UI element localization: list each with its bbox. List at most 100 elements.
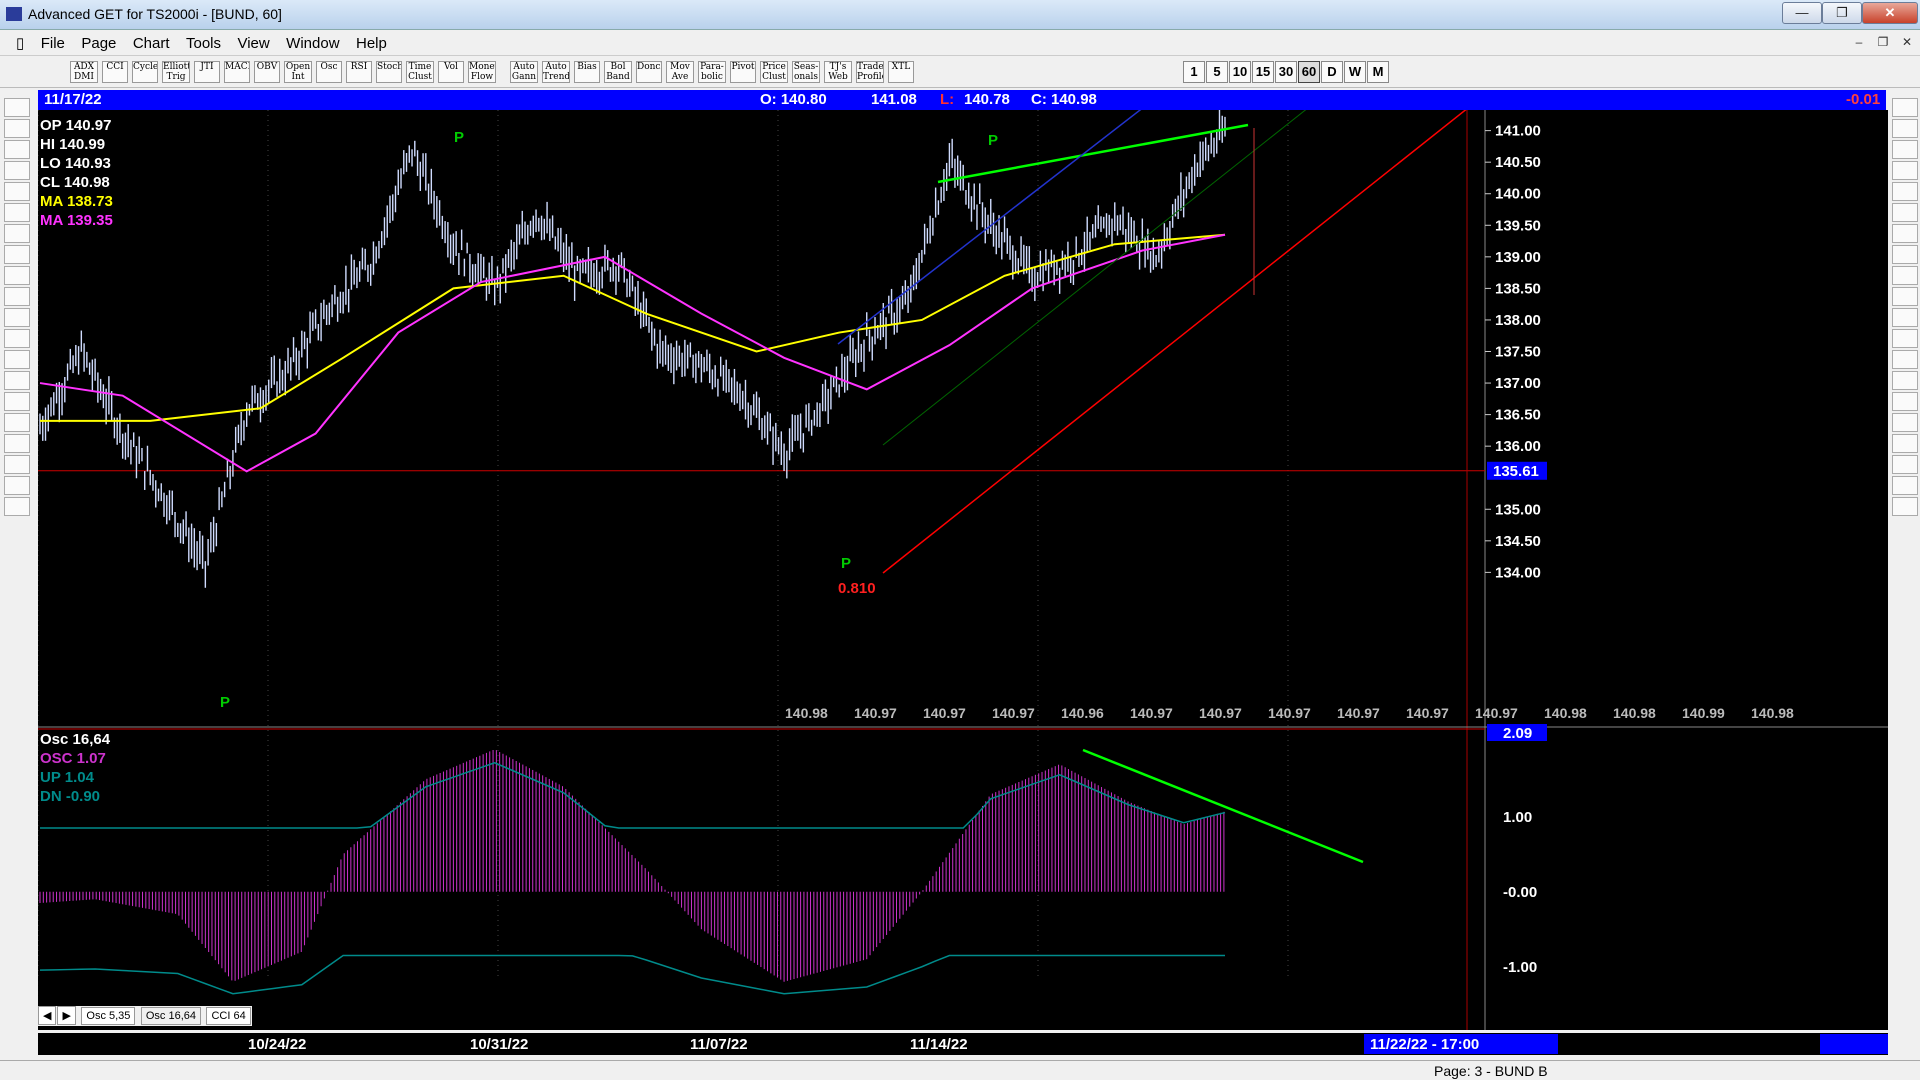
interval-M[interactable]: M: [1367, 61, 1389, 83]
mdi-restore-icon[interactable]: ❐: [1872, 33, 1894, 51]
interval-5[interactable]: 5: [1206, 61, 1228, 83]
lefttools-tool-16[interactable]: [4, 434, 30, 453]
interval-W[interactable]: W: [1344, 61, 1366, 83]
lefttools-tool-9[interactable]: [4, 287, 30, 306]
menu-chart[interactable]: Chart: [127, 31, 176, 52]
study-button-8[interactable]: Osc: [316, 61, 342, 83]
interval-D[interactable]: D: [1321, 61, 1343, 83]
lefttools-tool-7[interactable]: [4, 245, 30, 264]
lefttools-tool-1[interactable]: [4, 119, 30, 138]
menu-tools[interactable]: Tools: [180, 31, 227, 52]
study-button-15[interactable]: Auto Trend: [542, 61, 570, 83]
study-button-16[interactable]: Bias: [574, 61, 600, 83]
study-button-1[interactable]: CCI: [102, 61, 128, 83]
study-button-10[interactable]: Stoch: [376, 61, 402, 83]
study-button-7[interactable]: Open Int: [284, 61, 312, 83]
lefttools-tool-0[interactable]: [4, 98, 30, 117]
lefttools-tool-11[interactable]: [4, 329, 30, 348]
tool-icon-3[interactable]: [35, 61, 43, 83]
righttools-tool-1[interactable]: [1892, 119, 1918, 138]
lefttools-tool-10[interactable]: [4, 308, 30, 327]
lefttools-tool-6[interactable]: [4, 224, 30, 243]
tab-cci-64[interactable]: CCI 64: [206, 1007, 251, 1025]
tool-icon-0[interactable]: [8, 61, 16, 83]
righttools-tool-5[interactable]: [1892, 203, 1918, 222]
righttools-tool-19[interactable]: [1892, 497, 1918, 516]
study-button-0[interactable]: ADX DMI: [70, 61, 98, 83]
menu-help[interactable]: Help: [350, 31, 393, 52]
study-button-20[interactable]: Para-bolic: [698, 61, 726, 83]
lefttools-tool-4[interactable]: [4, 182, 30, 201]
interval-1[interactable]: 1: [1183, 61, 1205, 83]
lefttools-tool-2[interactable]: [4, 140, 30, 159]
maximize-button[interactable]: ❐: [1822, 2, 1862, 24]
tool-icon-1[interactable]: [17, 61, 25, 83]
study-button-12[interactable]: Vol: [438, 61, 464, 83]
tool-icon-2[interactable]: [26, 61, 34, 83]
righttools-tool-6[interactable]: [1892, 224, 1918, 243]
righttools-tool-15[interactable]: [1892, 413, 1918, 432]
tool-icon-6[interactable]: [62, 61, 70, 83]
tool-icon-4[interactable]: [44, 61, 52, 83]
study-button-13[interactable]: Money Flow: [468, 61, 496, 83]
righttools-tool-9[interactable]: [1892, 287, 1918, 306]
righttools-tool-4[interactable]: [1892, 182, 1918, 201]
menu-view[interactable]: View: [231, 31, 275, 52]
lefttools-tool-8[interactable]: [4, 266, 30, 285]
lefttools-tool-15[interactable]: [4, 413, 30, 432]
righttools-tool-2[interactable]: [1892, 140, 1918, 159]
study-button-24[interactable]: TJ's Web: [824, 61, 852, 83]
mdi-close-icon[interactable]: ✕: [1896, 33, 1918, 51]
lefttools-tool-19[interactable]: [4, 497, 30, 516]
righttools-tool-14[interactable]: [1892, 392, 1918, 411]
mdi-minimize-icon[interactable]: –: [1848, 33, 1870, 51]
lefttools-tool-17[interactable]: [4, 455, 30, 474]
righttools-tool-8[interactable]: [1892, 266, 1918, 285]
interval-30[interactable]: 30: [1275, 61, 1297, 83]
study-button-25[interactable]: Trade Profile: [856, 61, 884, 83]
tab-prev-icon[interactable]: ◀: [38, 1006, 57, 1025]
study-button-4[interactable]: JTI: [194, 61, 220, 83]
menu-file[interactable]: File: [35, 31, 71, 52]
study-button-21[interactable]: Pivot: [730, 61, 756, 83]
menu-page[interactable]: Page: [75, 31, 122, 52]
price-chart[interactable]: 141.00 140.50 140.00 139.50 139.00 138.50 138.…: [37, 99, 1888, 1030]
lefttools-tool-13[interactable]: [4, 371, 30, 390]
tab-next-icon[interactable]: ▶: [57, 1006, 76, 1025]
righttools-tool-7[interactable]: [1892, 245, 1918, 264]
study-button-17[interactable]: Bol Band: [604, 61, 632, 83]
righttools-tool-18[interactable]: [1892, 476, 1918, 495]
lefttools-tool-5[interactable]: [4, 203, 30, 222]
menu-window[interactable]: Window: [280, 31, 345, 52]
tool-icon-5[interactable]: [53, 61, 61, 83]
study-button-11[interactable]: Time Clust: [406, 61, 434, 83]
minimize-button[interactable]: —: [1782, 2, 1822, 24]
righttools-tool-0[interactable]: [1892, 98, 1918, 117]
tab-osc-16-64[interactable]: Osc 16,64: [140, 1007, 202, 1025]
study-button-2[interactable]: Cycles: [132, 61, 158, 83]
lefttools-tool-14[interactable]: [4, 392, 30, 411]
study-button-19[interactable]: Mov Ave: [666, 61, 694, 83]
righttools-tool-11[interactable]: [1892, 329, 1918, 348]
study-button-3[interactable]: Elliott Trig: [162, 61, 190, 83]
study-button-22[interactable]: Price Clust: [760, 61, 788, 83]
study-button-5[interactable]: MACD: [224, 61, 250, 83]
lefttools-tool-18[interactable]: [4, 476, 30, 495]
righttools-tool-10[interactable]: [1892, 308, 1918, 327]
interval-10[interactable]: 10: [1229, 61, 1251, 83]
righttools-tool-12[interactable]: [1892, 350, 1918, 369]
tab-osc-5-35[interactable]: Osc 5,35: [81, 1007, 136, 1025]
study-button-23[interactable]: Seas-onals: [792, 61, 820, 83]
study-button-9[interactable]: RSI: [346, 61, 372, 83]
study-button-14[interactable]: Auto Gann: [510, 61, 538, 83]
righttools-tool-16[interactable]: [1892, 434, 1918, 453]
righttools-tool-17[interactable]: [1892, 455, 1918, 474]
interval-15[interactable]: 15: [1252, 61, 1274, 83]
righttools-tool-3[interactable]: [1892, 161, 1918, 180]
study-button-18[interactable]: Donch: [636, 61, 662, 83]
lefttools-tool-3[interactable]: [4, 161, 30, 180]
study-button-26[interactable]: XTL: [888, 61, 914, 83]
study-button-6[interactable]: OBV: [254, 61, 280, 83]
righttools-tool-13[interactable]: [1892, 371, 1918, 390]
chart-area[interactable]: 141.00 140.50 140.00 139.50 139.00 138.50 138.…: [37, 99, 1888, 1030]
